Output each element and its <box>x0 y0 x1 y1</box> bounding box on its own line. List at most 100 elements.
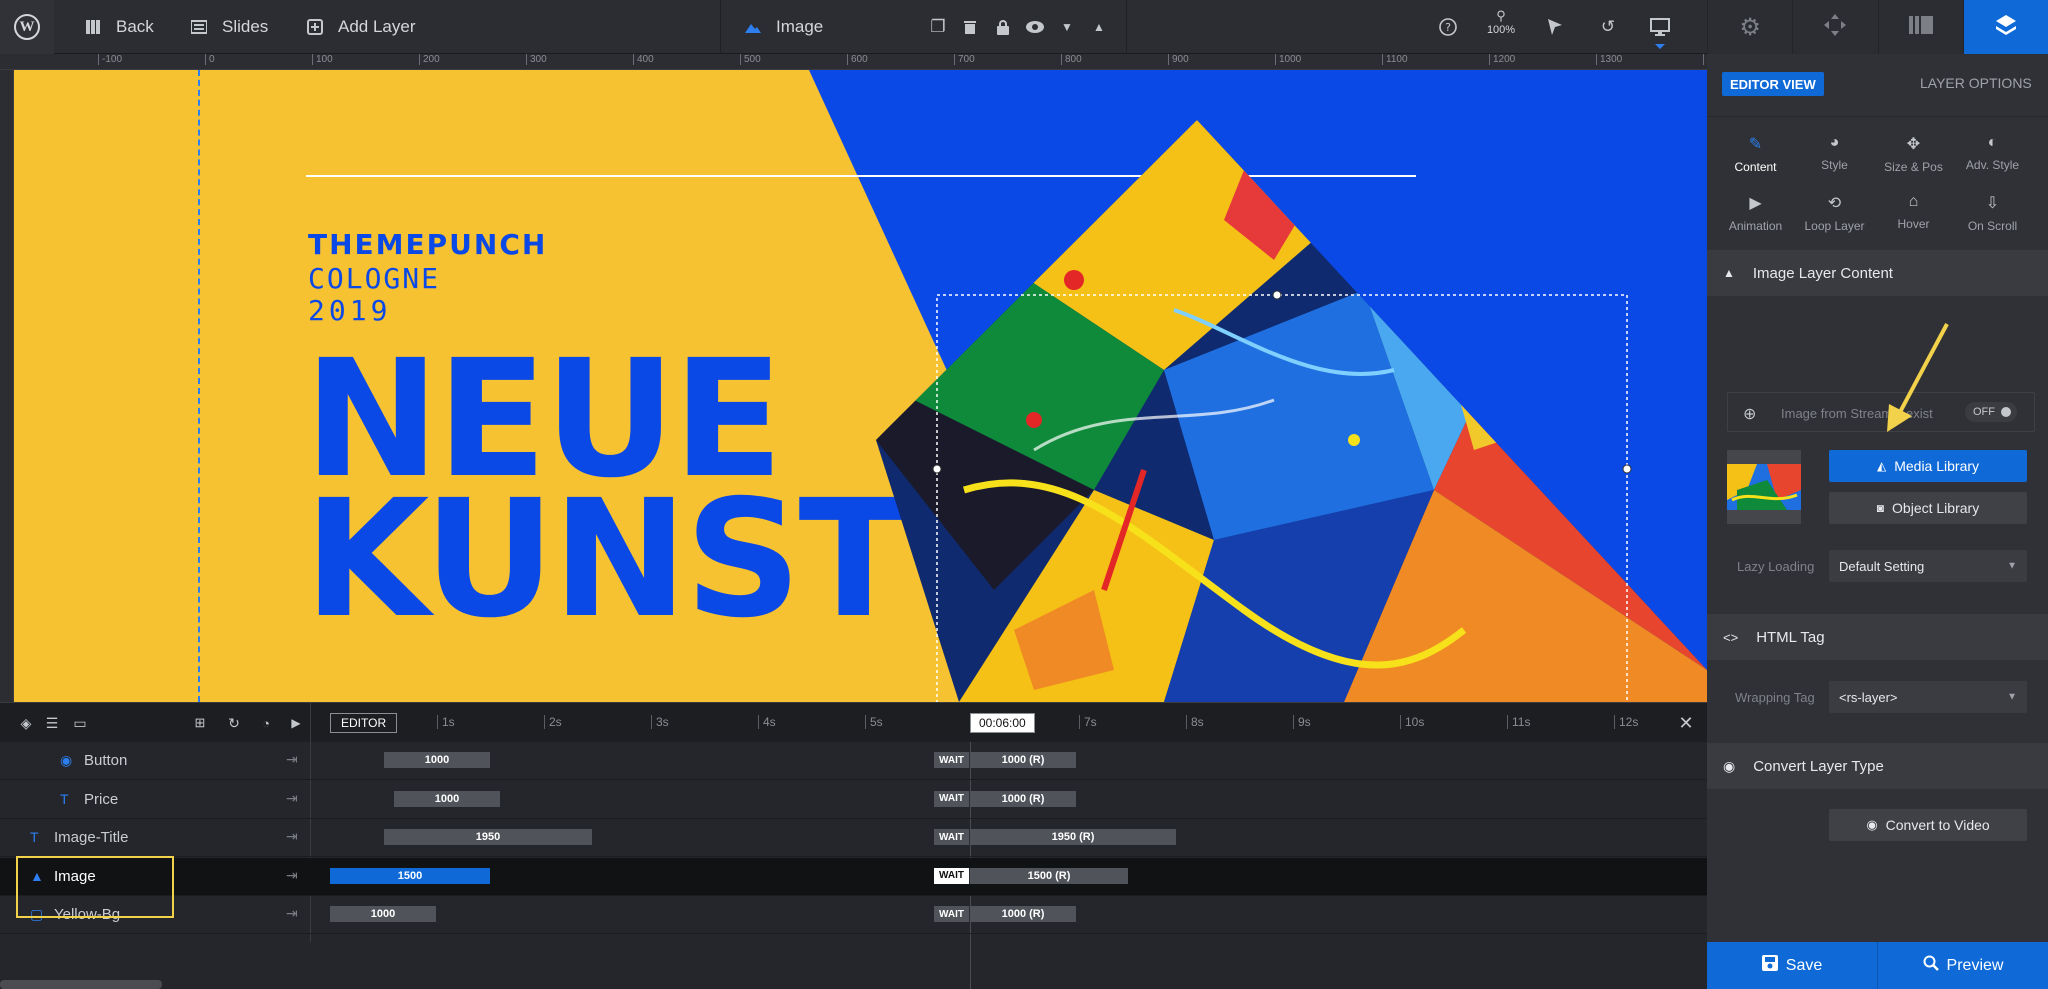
current-time[interactable]: 00:06:00 <box>970 713 1035 733</box>
add-layer-label: Add Layer <box>338 17 416 36</box>
camera-icon: ◙ <box>1876 501 1885 515</box>
cursor-icon[interactable] <box>1545 17 1565 37</box>
slides-label: Slides <box>222 17 269 36</box>
ruler-mark: 0 <box>205 54 215 65</box>
in-animation-bar[interactable]: 1000 <box>384 752 490 768</box>
html-tag-section[interactable]: <> HTML Tag <box>1707 614 2048 660</box>
wait-marker[interactable]: WAIT <box>934 906 970 922</box>
out-animation-bar[interactable]: 1000 (R) <box>970 906 1076 922</box>
ruler-mark: 1200 <box>1489 54 1515 65</box>
pin-icon[interactable]: ⇥ <box>286 867 298 884</box>
layer-name: Image-Title <box>54 829 129 846</box>
svg-text:?: ? <box>1445 21 1451 34</box>
pin-icon[interactable]: ⇥ <box>286 751 298 768</box>
in-animation-bar[interactable]: 1500 <box>330 867 490 884</box>
lock-icon[interactable] <box>993 17 1013 37</box>
layer-name: Price <box>84 790 119 808</box>
help-icon[interactable]: ? <box>1438 17 1458 37</box>
layer-row[interactable]: ▲ Image ⇥ 1500 WAIT 1500 (R) <box>0 857 1707 896</box>
search-icon <box>1923 955 1939 976</box>
ruler-mark: 700 <box>954 54 975 65</box>
caret-down-icon[interactable]: ▼ <box>1057 17 1077 37</box>
slide-tab[interactable] <box>1877 0 1963 54</box>
current-layer-label: Image <box>776 17 824 36</box>
ruler-mark: 1100 <box>1382 54 1408 65</box>
top-toolbar: W Back Slides Add Layer Image ❐ ▼ ▲ ? ⚲ … <box>0 0 1707 54</box>
grid-icon <box>84 18 102 36</box>
lazy-loading-select[interactable]: Default Setting ▼ <box>1829 550 2027 582</box>
wait-marker[interactable]: WAIT <box>934 752 970 768</box>
wrapping-tag-select[interactable]: <rs-layer> ▼ <box>1829 681 2027 713</box>
wordpress-logo-icon: W <box>14 14 40 40</box>
pin-icon[interactable]: ⇥ <box>286 828 298 845</box>
layers-icon <box>1994 13 2018 42</box>
media-library-button[interactable]: ◭ Media Library <box>1829 450 2027 482</box>
wait-marker[interactable]: WAIT <box>934 829 970 845</box>
wait-marker[interactable]: WAIT <box>934 867 970 884</box>
wordpress-button[interactable]: W <box>0 0 54 54</box>
panel-tabs: ⚙ <box>1707 0 2048 54</box>
wait-marker[interactable]: WAIT <box>934 790 970 807</box>
media-library-icon: ◭ <box>1876 459 1887 473</box>
wrapping-tag-value: <rs-layer> <box>1839 689 1898 705</box>
trash-icon[interactable] <box>960 17 980 37</box>
layer-row[interactable]: ◉ Button ⇥ 1000 WAIT 1000 (R) <box>0 742 1707 780</box>
html-tag-title: HTML Tag <box>1756 628 1825 646</box>
highlight-box <box>16 856 174 918</box>
desktop-icon[interactable] <box>1650 17 1670 37</box>
undo-icon[interactable]: ↺ <box>1598 17 1618 37</box>
caret-up-icon[interactable]: ▲ <box>1089 17 1109 37</box>
horizontal-scrollbar[interactable] <box>0 980 162 989</box>
image-thumbnail[interactable] <box>1727 450 1801 524</box>
text-icon: T <box>30 829 39 845</box>
text-icon: T <box>60 790 69 807</box>
preview-label: Preview <box>1946 956 2004 974</box>
out-animation-bar[interactable]: 1950 (R) <box>970 829 1176 845</box>
layer-row[interactable]: ▢ Yellow-Bg ⇥ 1000 WAIT 1000 (R) <box>0 896 1707 934</box>
in-animation-bar[interactable]: 1000 <box>330 906 436 922</box>
layer-row[interactable]: T Price ⇥ 1000 WAIT 1000 (R) <box>0 781 1707 819</box>
slides-icon <box>190 18 208 36</box>
panel-footer: Save Preview <box>1707 942 2048 989</box>
layer-row[interactable]: T Image-Title ⇥ 1950 WAIT 1950 (R) <box>0 819 1707 857</box>
back-button[interactable]: Back <box>84 0 154 54</box>
out-animation-bar[interactable]: 1000 (R) <box>970 752 1076 768</box>
convert-to-video-label: Convert to Video <box>1885 817 1990 833</box>
lazy-loading-label: Lazy Loading <box>1737 559 1815 574</box>
convert-to-video-button[interactable]: ◉ Convert to Video <box>1829 809 2027 841</box>
convert-layer-section[interactable]: ◉ Convert Layer Type <box>1707 743 2048 789</box>
timeline-layers: ◉ Button ⇥ 1000 WAIT 1000 (R) T Price ⇥ 1000 WAIT 1… <box>0 742 1707 989</box>
out-animation-bar[interactable]: 1500 (R) <box>970 867 1128 884</box>
convert-icon: ◉ <box>1723 757 1736 774</box>
artwork-image[interactable] <box>14 70 1707 702</box>
navigation-tab[interactable] <box>1792 0 1877 54</box>
timeline-second-label: 4s <box>758 715 776 729</box>
duplicate-icon[interactable]: ❐ <box>928 17 948 37</box>
close-icon[interactable]: ✕ <box>1676 713 1696 733</box>
object-library-button[interactable]: ◙ Object Library <box>1829 492 2027 524</box>
zoom-icon: ⚲ <box>1496 8 1506 23</box>
timeline-second-label: 5s <box>865 715 883 729</box>
timeline-second-label: 1s <box>437 715 455 729</box>
convert-icon: ◉ <box>1866 817 1878 832</box>
timeline-second-label: 12s <box>1614 715 1638 729</box>
chevron-down-icon: ▼ <box>2007 560 2017 572</box>
in-animation-bar[interactable]: 1950 <box>384 829 592 845</box>
slides-icon <box>1908 15 1933 39</box>
settings-tab[interactable]: ⚙ <box>1707 0 1792 54</box>
toolbar-divider <box>720 0 721 54</box>
save-button[interactable]: Save <box>1707 942 1878 989</box>
slide-canvas[interactable]: THEMEPUNCH COLOGNE 2019 NEUE KUNST <box>14 70 1707 702</box>
current-layer-indicator[interactable]: Image <box>744 0 823 54</box>
pin-icon[interactable]: ⇥ <box>286 905 298 922</box>
eye-icon[interactable] <box>1025 17 1045 37</box>
slides-button[interactable]: Slides <box>190 0 268 54</box>
in-animation-bar[interactable]: 1000 <box>394 790 500 807</box>
zoom-control[interactable]: ⚲ 100% <box>1487 8 1515 36</box>
add-layer-button[interactable]: Add Layer <box>306 0 416 54</box>
layers-tab[interactable] <box>1962 0 2048 54</box>
preview-button[interactable]: Preview <box>1878 942 2048 989</box>
pin-icon[interactable]: ⇥ <box>286 790 298 807</box>
out-animation-bar[interactable]: 1000 (R) <box>970 790 1076 807</box>
media-library-label: Media Library <box>1894 458 1980 474</box>
